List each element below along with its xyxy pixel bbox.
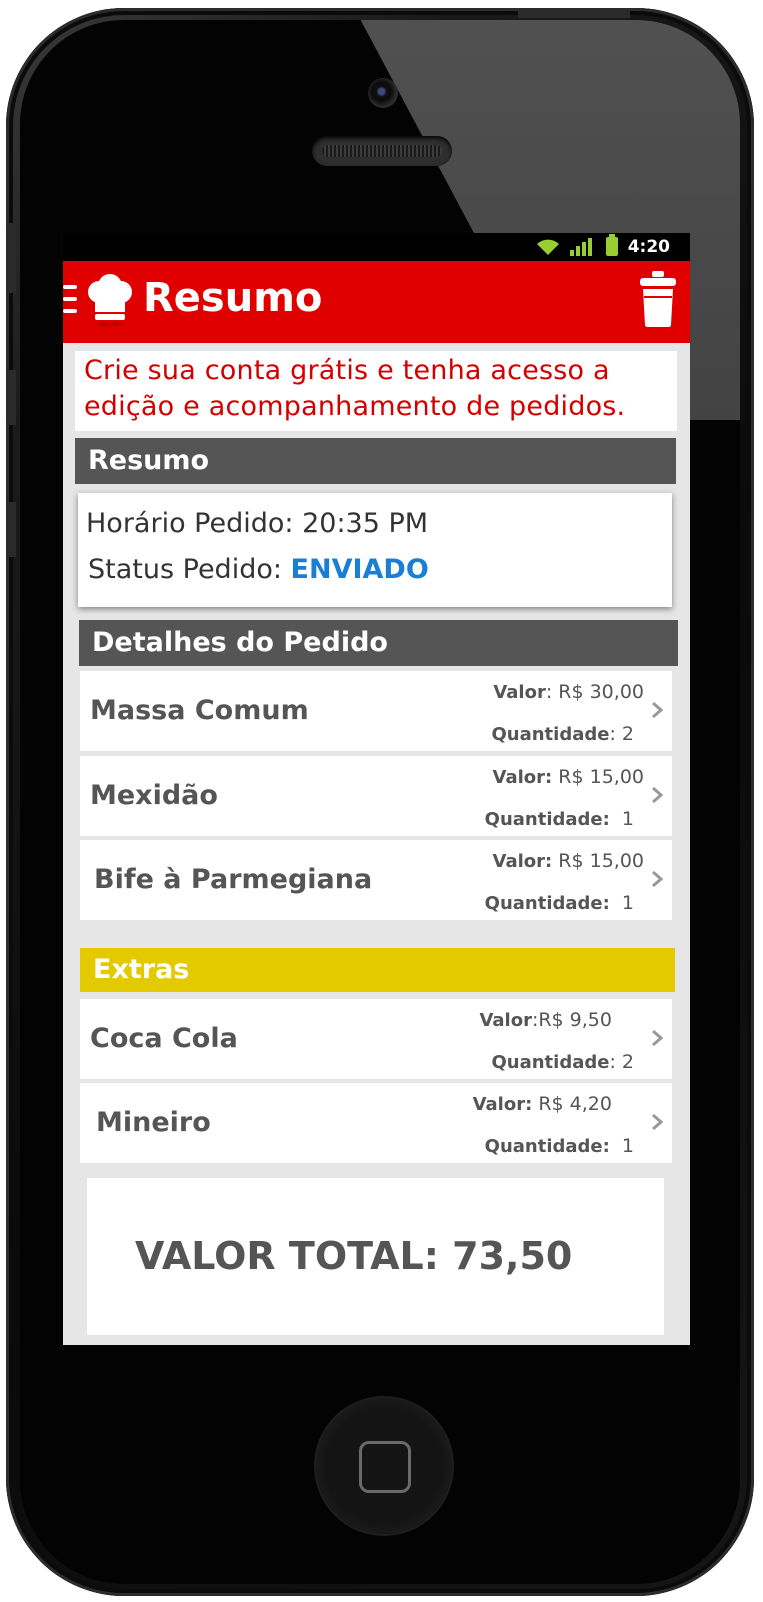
item-quantity: Quantidade: 1 [484,892,634,914]
summary-card: Horário Pedido: 20:35 PM Status Pedido: … [78,493,672,607]
item-quantity: Quantidade: 2 [491,1051,634,1073]
order-status-label: Status Pedido: [88,554,282,585]
order-time-label: Horário Pedido: [86,508,294,539]
chef-hat-icon[interactable] [85,274,135,330]
volume-down-button [6,502,16,557]
item-price: Valor: R$ 4,20 [472,1093,612,1115]
order-item[interactable]: Massa Comum Valor: R$ 30,00 Quantidade: … [80,671,672,751]
action-bar: Resumo [63,261,690,343]
extra-item[interactable]: Coca Cola Valor:R$ 9,50 Quantidade: 2 [80,999,672,1079]
mute-switch [6,223,16,293]
item-price: Valor: R$ 15,00 [492,766,644,788]
chevron-right-icon [652,1113,664,1131]
volume-up-button [6,370,16,425]
item-price: Valor: R$ 15,00 [492,850,644,872]
item-name: Mineiro [96,1107,211,1138]
order-status-value: ENVIADO [290,554,429,585]
chevron-right-icon [652,1029,664,1047]
home-button[interactable] [316,1398,452,1534]
order-time-row: Horário Pedido: 20:35 PM [86,508,428,539]
front-camera [368,78,398,108]
signal-icon [570,238,592,256]
trash-icon[interactable] [638,269,678,329]
item-name: Mexidão [90,780,218,811]
order-item[interactable]: Bife à Parmegiana Valor: R$ 15,00 Quanti… [80,840,672,920]
page-title: Resumo [143,275,323,321]
item-price: Valor:R$ 9,50 [479,1009,612,1031]
total-box: VALOR TOTAL: 73,50 [87,1178,664,1335]
item-quantity: Quantidade: 1 [484,808,634,830]
power-button [518,8,630,18]
extra-item[interactable]: Mineiro Valor: R$ 4,20 Quantidade: 1 [80,1083,672,1163]
item-name: Massa Comum [90,695,309,726]
app-screen: 4:20 Resumo Crie sua conta grátis e tenh… [63,233,690,1345]
order-status-row: Status Pedido: ENVIADO [88,554,429,585]
item-quantity: Quantidade: 1 [484,1135,634,1157]
promo-line-2: edição e acompanhamento de pedidos. [84,391,626,422]
menu-icon[interactable] [63,285,77,319]
order-time-value: 20:35 PM [302,508,429,539]
total-value: VALOR TOTAL: 73,50 [135,1234,573,1278]
extras-header: Extras [80,948,675,992]
home-square-icon [359,1441,411,1493]
item-quantity: Quantidade: 2 [491,723,634,745]
chevron-right-icon [652,870,664,888]
item-name: Bife à Parmegiana [94,864,373,895]
status-bar: 4:20 [63,233,690,261]
promo-line-1: Crie sua conta grátis e tenha acesso a [84,355,610,386]
item-name: Coca Cola [90,1023,238,1054]
chevron-right-icon [652,786,664,804]
chevron-right-icon [652,701,664,719]
earpiece-speaker [312,136,452,166]
item-price: Valor: R$ 30,00 [493,681,644,703]
battery-icon [606,234,618,256]
summary-header: Resumo [75,438,676,484]
order-details-header: Detalhes do Pedido [79,620,678,666]
status-time: 4:20 [627,237,670,257]
wifi-icon [537,239,559,255]
order-item[interactable]: Mexidão Valor: R$ 15,00 Quantidade: 1 [80,756,672,836]
promo-message[interactable]: Crie sua conta grátis e tenha acesso a e… [75,351,677,431]
